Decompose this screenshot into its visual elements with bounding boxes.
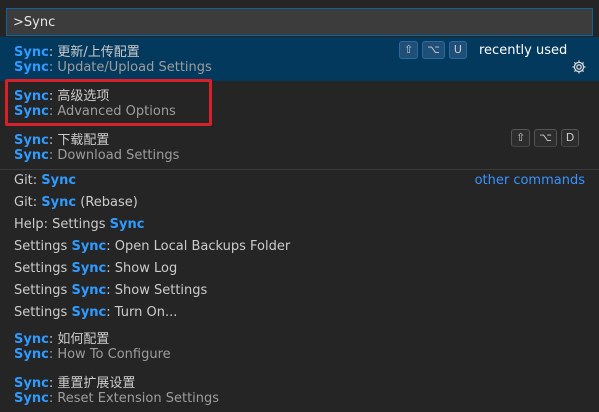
command-item-git-sync[interactable]: Git: Sync other commands (0, 170, 599, 192)
command-item-reset-extension-settings[interactable]: Sync: 重置扩展设置 Sync: Reset Extension Setti… (0, 368, 599, 412)
command-sublabel: Sync: Reset Extension Settings (14, 391, 220, 406)
command-item-git-sync-rebase[interactable]: Git: Sync (Rebase) (0, 192, 599, 214)
command-label: Settings Sync: Show Settings (14, 283, 208, 298)
command-item-show-log[interactable]: Settings Sync: Show Log (0, 258, 599, 280)
command-item-how-to-configure[interactable]: Sync: 如何配置 Sync: How To Configure (0, 324, 599, 368)
command-label: Git: Sync (Rebase) (14, 195, 138, 210)
key-shift: ⇧ (399, 41, 419, 59)
gear-icon[interactable] (571, 59, 587, 75)
keybinding: ⇧ ⌥ D (511, 129, 580, 147)
command-sublabel: Sync: Update/Upload Settings (14, 60, 212, 75)
command-label: Settings Sync: Show Log (14, 261, 178, 276)
key-option: ⌥ (422, 41, 445, 59)
command-item-show-settings[interactable]: Settings Sync: Show Settings (0, 280, 599, 302)
command-item-help-settings-sync[interactable]: Help: Settings Sync (0, 214, 599, 236)
command-label: Settings Sync: Turn On... (14, 305, 178, 320)
command-item-update-upload-settings[interactable]: Sync: 更新/上传配置 Sync: Update/Upload Settin… (0, 37, 599, 81)
command-item-download-settings[interactable]: Sync: 下载配置 Sync: Download Settings ⇧ ⌥ D (0, 125, 599, 169)
command-palette-input[interactable] (6, 8, 593, 36)
other-commands-label: other commands (474, 173, 585, 188)
command-item-open-local-backups[interactable]: Settings Sync: Open Local Backups Folder (0, 236, 599, 258)
key-u: U (448, 41, 467, 59)
command-label: Sync: 重置扩展设置 (14, 376, 136, 391)
command-label: Settings Sync: Open Local Backups Folder (14, 239, 291, 254)
key-d: D (560, 129, 580, 147)
command-label: Git: Sync (14, 173, 77, 188)
key-option: ⌥ (534, 129, 557, 147)
command-palette-input-wrapper (6, 8, 593, 36)
command-label: Help: Settings Sync (14, 217, 145, 232)
command-label: Sync: 如何配置 (14, 332, 110, 347)
command-item-turn-on[interactable]: Settings Sync: Turn On... (0, 302, 599, 324)
command-label: Sync: 下载配置 (14, 133, 110, 148)
command-sublabel: Sync: Advanced Options (14, 104, 176, 119)
command-sublabel: Sync: Download Settings (14, 148, 180, 163)
key-shift: ⇧ (511, 129, 531, 147)
recently-used-label: recently used (479, 43, 568, 58)
command-list: Sync: 更新/上传配置 Sync: Update/Upload Settin… (0, 37, 599, 412)
command-label: Sync: 高级选项 (14, 89, 110, 104)
command-item-advanced-options[interactable]: Sync: 高级选项 Sync: Advanced Options (0, 81, 599, 125)
command-label: Sync: 更新/上传配置 (14, 45, 140, 60)
keybinding: ⇧ ⌥ U (399, 41, 467, 59)
command-sublabel: Sync: How To Configure (14, 347, 171, 362)
